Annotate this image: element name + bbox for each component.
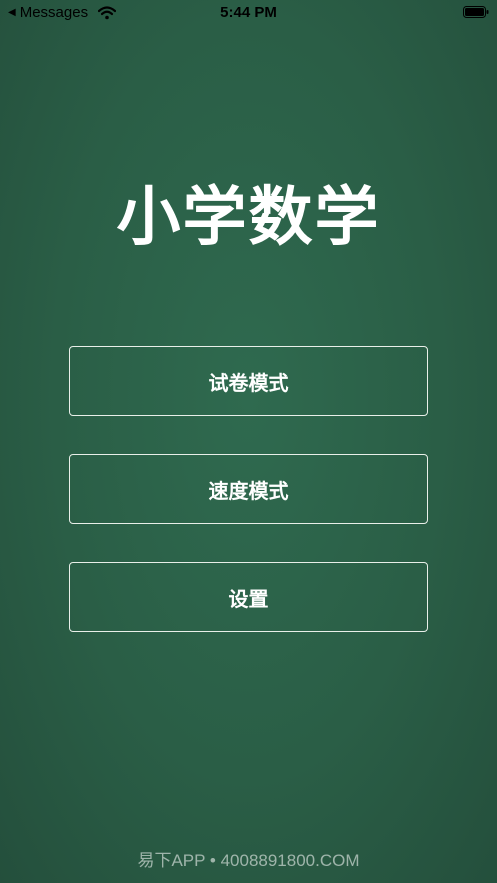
settings-label: 设置 — [228, 586, 269, 611]
exam-mode-button[interactable]: 试卷模式 — [69, 346, 428, 416]
status-time: 5:44 PM — [220, 4, 277, 21]
battery-icon — [463, 6, 489, 18]
app-title: 小学数学 — [116, 181, 381, 255]
settings-button[interactable]: 设置 — [69, 562, 428, 632]
status-bar: ◀ Messages 5:44 PM — [0, 0, 497, 26]
exam-mode-label: 试卷模式 — [208, 370, 289, 395]
speed-mode-button[interactable]: 速度模式 — [69, 454, 428, 524]
speed-mode-label: 速度模式 — [208, 478, 289, 503]
footer-watermark: 易下APP • 4008891800.COM — [137, 851, 360, 870]
